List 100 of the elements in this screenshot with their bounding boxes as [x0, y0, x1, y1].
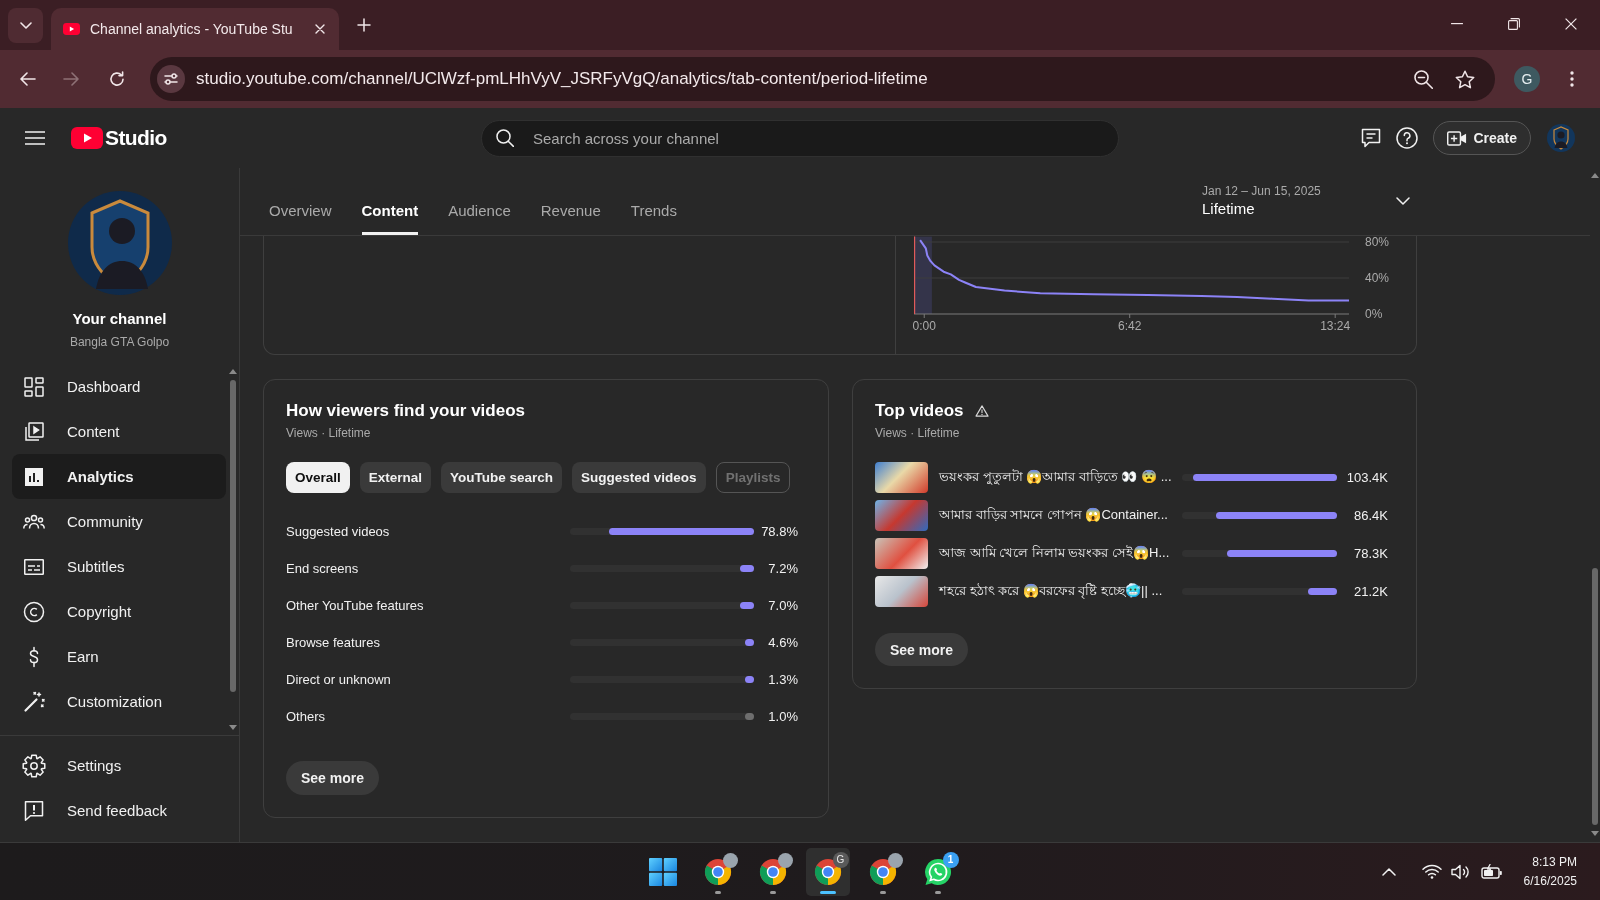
scrollbar-thumb[interactable]: [230, 380, 236, 692]
star-icon[interactable]: [1455, 69, 1475, 89]
chevron-down-icon[interactable]: [1396, 197, 1410, 205]
analytics-tab[interactable]: Audience: [433, 190, 526, 235]
taskbar-button[interactable]: G: [805, 847, 850, 896]
copyright-icon: [22, 599, 46, 624]
channel-title: Your channel: [72, 310, 167, 328]
filter-chip[interactable]: YouTube search: [441, 462, 563, 493]
message-icon[interactable]: [1361, 128, 1382, 148]
axis-tick-label: 13:24: [1320, 319, 1351, 333]
card-subtitle: Views · Lifetime: [286, 425, 371, 441]
play-logo-icon[interactable]: [71, 127, 103, 149]
settings-icon: [22, 753, 46, 778]
url-text: studio.youtube.com/channel/UClWzf-pmLHhVyV_JSRFyVgQ/analytics/tab-content/period-lifetime: [196, 69, 928, 89]
video-thumbnail[interactable]: [875, 537, 928, 569]
profile-avatar[interactable]: G: [1514, 66, 1540, 92]
play-logo-icon: [63, 23, 80, 35]
warning-icon[interactable]: [975, 405, 990, 417]
sidebar-item[interactable]: Send feedback: [12, 788, 226, 833]
back-arrow-icon[interactable]: [20, 72, 36, 86]
video-thumbnail[interactable]: [875, 499, 928, 531]
more-menu-icon[interactable]: [1570, 71, 1574, 87]
address-bar[interactable]: studio.youtube.com/channel/UClWzf-pmLHhVyV_JSRFyVgQ/analytics/tab-content/period-lifetime: [150, 57, 1495, 101]
axis-tick-label: 6:42: [1118, 319, 1142, 333]
axis-tick-label: 80%: [1365, 235, 1390, 249]
video-title[interactable]: শহরে হঠাৎ করে 😱বরফের বৃষ্টি হচ্ছে🥶|| ...: [939, 580, 1182, 602]
restore-icon[interactable]: [1508, 18, 1520, 30]
site-settings-icon[interactable]: [157, 65, 185, 93]
filter-chip[interactable]: External: [359, 462, 432, 493]
source-label: Direct or unknown: [286, 672, 392, 687]
scrollbar-thumb[interactable]: [1592, 568, 1598, 825]
sidebar-item[interactable]: Customization: [12, 679, 226, 724]
chevron-down-icon: [19, 22, 32, 29]
close-icon[interactable]: [1565, 18, 1577, 30]
play-square-icon: [22, 419, 46, 444]
period-label[interactable]: Lifetime: [1202, 199, 1321, 219]
channel-name: Bangla GTA Golpo: [69, 334, 170, 350]
filter-chip[interactable]: Suggested videos: [572, 462, 706, 493]
help-icon[interactable]: [1396, 127, 1419, 149]
scroll-down-icon[interactable]: [1591, 831, 1599, 836]
create-button[interactable]: Create: [1433, 121, 1531, 155]
analytics-tab[interactable]: Overview: [254, 190, 347, 235]
source-label: End screens: [286, 561, 360, 576]
source-label: Other YouTube features: [286, 598, 425, 613]
analytics-tab[interactable]: Trends: [615, 190, 692, 235]
see-more-button[interactable]: See more: [875, 633, 969, 666]
clock-date[interactable]: 6/16/2025: [1523, 871, 1577, 891]
windows-logo-icon: [648, 857, 677, 886]
zoom-out-icon[interactable]: [1414, 69, 1433, 89]
channel-avatar[interactable]: [1547, 124, 1575, 152]
video-title[interactable]: আমার বাড়ির সামনে গোপন 😱Container...: [939, 504, 1182, 526]
menu-icon[interactable]: [25, 131, 45, 145]
sidebar-item[interactable]: Settings: [12, 743, 226, 788]
close-icon[interactable]: [315, 24, 325, 34]
sidebar-item[interactable]: Earn: [12, 634, 226, 679]
search-icon: [496, 129, 514, 147]
speaker-icon[interactable]: [1450, 863, 1471, 880]
axis-tick-label: 40%: [1365, 271, 1390, 285]
logo-text[interactable]: Studio: [105, 126, 167, 150]
see-more-button[interactable]: See more: [286, 761, 380, 795]
sidebar-item[interactable]: Content: [12, 409, 226, 454]
sidebar-item[interactable]: Analytics: [12, 454, 226, 499]
forward-arrow-icon[interactable]: [63, 72, 79, 86]
video-thumbnail[interactable]: [875, 575, 928, 607]
video-thumbnail[interactable]: [875, 461, 928, 493]
wifi-icon[interactable]: [1421, 864, 1442, 879]
view-count: 21.2K: [1353, 583, 1388, 599]
clock-time[interactable]: 8:13 PM: [1532, 852, 1577, 872]
scroll-up-icon[interactable]: [1591, 173, 1599, 178]
browser-icon: [758, 857, 787, 886]
card-title: How viewers find your videos: [286, 400, 525, 422]
share-value: 7.0%: [767, 598, 798, 613]
sidebar-item[interactable]: Dashboard: [12, 364, 226, 409]
sidebar-item[interactable]: Community: [12, 499, 226, 544]
filter-chip[interactable]: Overall: [286, 462, 350, 493]
analytics-tab[interactable]: Revenue: [525, 190, 616, 235]
alert-bubble-icon: [22, 798, 46, 823]
plus-icon[interactable]: [357, 18, 371, 32]
chevron-up-icon[interactable]: [1381, 867, 1396, 876]
date-range-text[interactable]: Jan 12 – Jun 15, 2025: [1202, 183, 1321, 199]
reload-icon[interactable]: [109, 71, 125, 87]
chat-app-icon: [923, 857, 952, 886]
video-plus-icon: [1447, 130, 1468, 146]
battery-charging-icon[interactable]: [1480, 864, 1503, 879]
browser-tab[interactable]: Channel analytics - YouTube Stu: [51, 8, 339, 50]
scroll-up-icon[interactable]: [229, 369, 237, 374]
sidebar-item[interactable]: Subtitles: [12, 544, 226, 589]
axis-tick-label: 0%: [1365, 307, 1383, 321]
share-value: 1.0%: [767, 709, 798, 724]
minimize-icon[interactable]: [1451, 23, 1463, 25]
channel-avatar[interactable]: [67, 191, 172, 295]
view-count: 103.4K: [1345, 469, 1388, 485]
grid-icon: [22, 374, 46, 399]
source-label: Others: [286, 709, 326, 724]
tab-list-button[interactable]: [8, 8, 43, 43]
sidebar-item[interactable]: Copyright: [12, 589, 226, 634]
magic-wand-icon: [22, 689, 46, 714]
video-title[interactable]: আজ আমি খেলে নিলাম ভয়ংকর সেই😱H...: [939, 542, 1182, 564]
scroll-down-icon[interactable]: [229, 725, 237, 730]
search-field[interactable]: Search across your channel: [481, 119, 1119, 157]
